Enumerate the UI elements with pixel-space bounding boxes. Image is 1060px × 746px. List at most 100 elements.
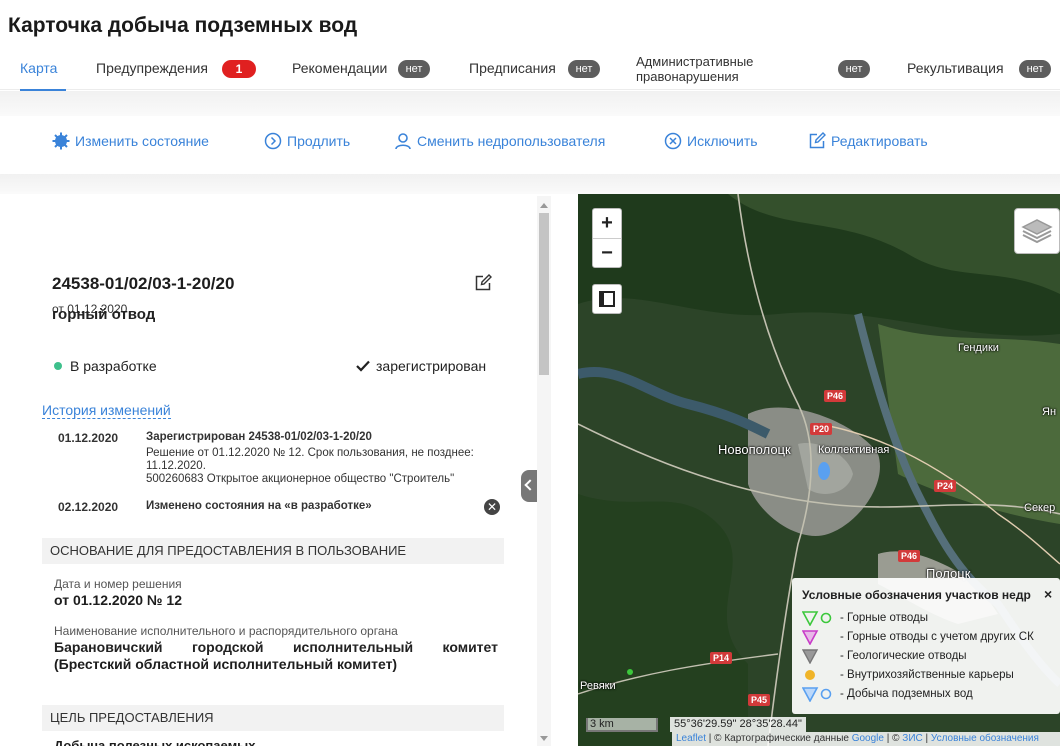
tab-label: Предписания <box>469 60 556 76</box>
gear-icon <box>52 132 70 150</box>
tab-label: Рекультивация <box>907 60 1004 76</box>
decision-label: Дата и номер решения <box>54 577 182 591</box>
tab-bar: Карта Предупреждения 1 Рекомендации нет … <box>0 50 1060 91</box>
tab-prescriptions[interactable]: Предписания нет <box>469 50 609 90</box>
google-link[interactable]: Google <box>852 733 884 744</box>
tab-label: Предупреждения <box>96 60 208 76</box>
tab-label: Рекомендации <box>292 60 388 76</box>
legend-item: - Геологические отводы <box>801 648 967 665</box>
document-number: 24538-01/02/03-1-20/20 <box>52 274 235 293</box>
attribution-sep: | © <box>883 733 903 744</box>
quarry-icon <box>805 670 815 680</box>
offenses-badge: нет <box>838 60 870 78</box>
legend-item-label: - Внутрихозяйственные карьеры <box>840 669 1014 681</box>
road-badge: P45 <box>748 694 771 706</box>
groundwater-icon <box>801 687 832 703</box>
header-separator <box>0 91 1060 116</box>
road-badge: P46 <box>824 390 847 402</box>
scroll-up-arrow[interactable] <box>540 203 548 208</box>
history-detail: 500260683 Открытое акционерное общество … <box>146 473 455 485</box>
organ-word: Барановичский <box>54 639 163 655</box>
legend-item: - Внутрихозяйственные карьеры <box>802 667 1014 683</box>
scrollbar-thumb[interactable] <box>539 213 549 375</box>
status-dot <box>54 362 62 370</box>
registration-status: зарегистрирован <box>356 358 486 374</box>
legend-item: - Добыча подземных вод <box>801 686 973 703</box>
document-type: горный отвод <box>52 306 156 323</box>
legend-item-label: - Горные отводы с учетом других СК <box>840 631 1034 643</box>
zoom-in-button[interactable]: + <box>593 209 621 238</box>
zoom-out-button[interactable]: − <box>593 238 621 267</box>
map-label-place: Ян <box>1042 406 1057 418</box>
layers-icon <box>1021 219 1053 244</box>
tab-label: Административные правонарушения <box>636 54 754 84</box>
collapse-panel-button[interactable] <box>521 470 537 502</box>
scroll-down-arrow[interactable] <box>540 736 548 741</box>
page-title: Карточка добыча подземных вод <box>8 14 358 37</box>
road-badge: P46 <box>898 550 921 562</box>
layers-button[interactable] <box>1014 208 1060 254</box>
attribution-sep: | <box>922 733 931 744</box>
history-detail: Решение от 01.12.2020 № 12. Срок пользов… <box>146 447 474 459</box>
map-view[interactable]: + − Новополоцк Коллективная Гендики Поло… <box>578 194 1060 746</box>
map-label-place: Гендики <box>958 342 999 354</box>
extend-button[interactable]: Продлить <box>264 132 350 150</box>
change-state-button[interactable]: Изменить состояние <box>52 132 209 150</box>
mining-allotment-other-icon <box>801 630 819 646</box>
map-label-place: Секер <box>1024 502 1056 514</box>
map-attribution: Leaflet | © Картографические данные Goog… <box>672 732 1060 746</box>
warnings-count-badge: 1 <box>222 60 256 78</box>
history-title: Зарегистрирован 24538-01/02/03-1-20/20 <box>146 431 372 443</box>
road-badge: P14 <box>710 652 733 664</box>
organ-value-line1: Барановичский городской исполнительный к… <box>54 639 498 655</box>
recommendations-badge: нет <box>398 60 430 78</box>
geological-allotment-icon <box>801 649 819 665</box>
purpose-section-header: ЦЕЛЬ ПРЕДОСТАВЛЕНИЯ <box>42 705 504 731</box>
zoom-control: + − <box>592 208 622 268</box>
legend-item-label: - Горные отводы <box>840 612 928 624</box>
edit-document-button[interactable] <box>474 274 492 297</box>
change-user-button[interactable]: Сменить недропользователя <box>394 132 605 150</box>
map-label-place: Коллективная <box>818 444 890 456</box>
organ-value-line2: (Брестский областной исполнительный коми… <box>54 656 398 672</box>
tab-recommendations[interactable]: Рекомендации нет <box>292 50 436 90</box>
state-indicator: В разработке <box>54 358 157 374</box>
chevron-right-circle-icon <box>264 132 282 150</box>
history-link[interactable]: История изменений <box>42 402 171 419</box>
close-icon[interactable]: ✕ <box>484 499 500 515</box>
water-extraction-marker[interactable] <box>818 462 830 480</box>
tab-administrative-offenses[interactable]: Административные правонарушения нет <box>636 50 880 90</box>
legend-close-button[interactable]: × <box>1044 586 1052 602</box>
exclude-label: Исключить <box>687 133 758 149</box>
map-legend: Условные обозначения участков недр × - Г… <box>792 578 1060 714</box>
close-circle-icon <box>664 132 682 150</box>
checkmark-icon <box>356 360 370 372</box>
history-detail: 11.12.2020. <box>146 460 206 472</box>
leaflet-link[interactable]: Leaflet <box>676 733 706 744</box>
basis-section-header: ОСНОВАНИЕ ДЛЯ ПРЕДОСТАВЛЕНИЯ В ПОЛЬЗОВАН… <box>42 538 504 564</box>
tab-recultivation[interactable]: Рекультивация нет <box>907 50 1059 90</box>
edit-icon <box>809 132 826 149</box>
legend-title: Условные обозначения участков недр <box>802 588 1031 602</box>
road-badge: P24 <box>934 480 957 492</box>
mining-allotment-icon <box>801 611 832 627</box>
tab-warnings[interactable]: Предупреждения 1 <box>96 50 260 90</box>
tab-map[interactable]: Карта <box>20 50 66 91</box>
road-badge: P20 <box>810 423 833 435</box>
fullscreen-button[interactable] <box>592 284 622 314</box>
legend-link[interactable]: Условные обозначения <box>931 733 1039 744</box>
recultivation-badge: нет <box>1019 60 1051 78</box>
tab-label: Карта <box>20 60 58 76</box>
organ-word: исполнительный <box>292 639 414 655</box>
zis-link[interactable]: ЗИС <box>902 733 922 744</box>
edit-icon <box>475 274 492 291</box>
edit-button[interactable]: Редактировать <box>808 132 928 150</box>
prescriptions-badge: нет <box>568 60 600 78</box>
content-separator <box>0 174 1060 194</box>
legend-item: - Горные отводы с учетом других СК <box>801 629 1034 646</box>
attribution-text: | © Картографические данные <box>706 733 852 744</box>
exclude-button[interactable]: Исключить <box>664 132 758 150</box>
registration-label: зарегистрирован <box>376 358 487 374</box>
history-date: 02.12.2020 <box>58 500 119 514</box>
purpose-value: Добыча полезных ископаемых <box>54 738 256 746</box>
